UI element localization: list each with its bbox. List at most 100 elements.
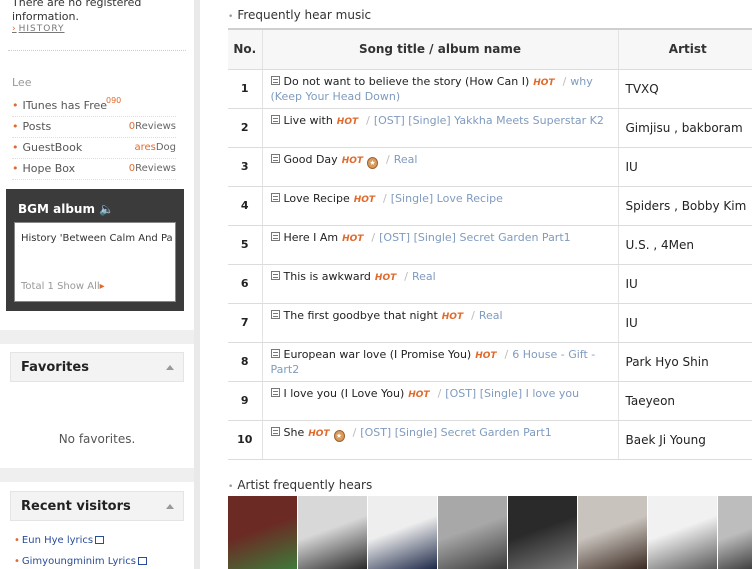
collapse-arrow-icon[interactable]: [166, 365, 174, 370]
lyrics-icon[interactable]: [270, 387, 280, 397]
visitor-link[interactable]: • Gimyoungminim Lyrics: [14, 556, 147, 567]
table-row: 1 Do not want to believe the story (How C…: [228, 69, 752, 109]
hot-badge: HOT: [441, 311, 464, 322]
lyrics-icon[interactable]: [270, 114, 280, 124]
album-link[interactable]: Real: [479, 309, 503, 322]
song-title-link[interactable]: The first goodbye that night: [284, 309, 438, 322]
hot-badge: HOT: [336, 116, 359, 127]
song-cell: Do not want to believe the story (How Ca…: [262, 69, 619, 109]
artist-photo[interactable]: [718, 496, 752, 569]
lyrics-icon[interactable]: [270, 75, 280, 85]
bgm-player-box: History 'Between Calm And Pa Total 1 Sho…: [14, 222, 176, 302]
lyrics-icon[interactable]: [270, 309, 280, 319]
medal-icon: ★: [333, 429, 345, 442]
song-title-link[interactable]: Live with: [284, 114, 333, 127]
music-section-title: • Frequently hear music: [228, 8, 372, 22]
row-number: 8: [228, 342, 263, 382]
hot-badge: HOT: [374, 272, 397, 283]
album-link[interactable]: [OST] [Single] Secret Garden Part1: [360, 426, 552, 439]
artist-photo[interactable]: [368, 496, 437, 569]
artist-link[interactable]: Spiders , Bobby Kim: [618, 186, 752, 226]
album-link[interactable]: Real: [394, 153, 418, 166]
lyrics-icon[interactable]: [270, 426, 280, 436]
lyrics-icon[interactable]: [270, 348, 280, 358]
artist-link[interactable]: IU: [618, 147, 752, 187]
artist-link[interactable]: Taeyeon: [618, 381, 752, 421]
visitor-link[interactable]: • Eun Hye lyrics: [14, 535, 105, 546]
bullet-icon: •: [228, 482, 234, 492]
artist-photo[interactable]: [438, 496, 507, 569]
artist-photo[interactable]: [578, 496, 647, 569]
artist-link[interactable]: TVXQ: [618, 69, 752, 109]
artist-link[interactable]: IU: [618, 264, 752, 304]
menu-item-label: Posts: [22, 120, 52, 133]
separator: /: [437, 386, 442, 400]
hot-badge: HOT: [533, 77, 555, 88]
bullet-icon: •: [12, 99, 19, 112]
lyrics-icon[interactable]: [270, 231, 280, 241]
song-title-link[interactable]: Good Day: [284, 153, 338, 166]
album-link[interactable]: [OST] [Single] Secret Garden Part1: [379, 231, 571, 244]
medal-icon: ★: [367, 156, 379, 169]
artist-photo[interactable]: [298, 496, 367, 569]
artist-link[interactable]: U.S. , 4Men: [618, 225, 752, 265]
history-link[interactable]: › HISTORY: [12, 24, 65, 34]
menu-item-hope-box[interactable]: • Hope Box 0Reviews: [12, 159, 176, 180]
recent-visitors-header[interactable]: Recent visitors: [10, 491, 184, 521]
album-link[interactable]: [OST] [Single] Yakkha Meets Superstar K2: [374, 114, 604, 127]
row-number: 7: [228, 303, 263, 343]
song-title-link[interactable]: Here I Am: [284, 231, 339, 244]
album-link[interactable]: Real: [412, 270, 436, 283]
song-title-link[interactable]: She: [284, 426, 305, 439]
section-gap: [0, 330, 194, 344]
song-cell: Good Day HOT ★ / Real: [262, 147, 619, 187]
bgm-current-song[interactable]: History 'Between Calm And Pa: [21, 233, 175, 244]
bullet-icon: •: [12, 141, 19, 154]
menu-item-posts[interactable]: • Posts 0Reviews: [12, 117, 176, 138]
bullet-icon: •: [14, 556, 20, 567]
hot-badge: HOT: [353, 194, 376, 205]
song-cell: She HOT ★ / [OST] [Single] Secret Garden Par…: [262, 420, 619, 460]
hot-badge: HOT: [408, 389, 430, 400]
lyrics-icon[interactable]: [270, 192, 280, 202]
column-no: No.: [228, 29, 263, 70]
collapse-arrow-icon[interactable]: [166, 504, 174, 509]
lyrics-icon[interactable]: [270, 270, 280, 280]
speaker-icon[interactable]: 🔈: [99, 202, 114, 216]
bgm-album-panel: BGM album 🔈 History 'Between Calm And Pa …: [6, 189, 184, 311]
song-title-link[interactable]: Do not want to believe the story (How Ca…: [284, 75, 530, 88]
album-link[interactable]: [OST] [Single] I love you: [445, 387, 579, 400]
recent-visitors-title: Recent visitors: [21, 499, 131, 514]
song-title-link[interactable]: This is awkward: [284, 270, 371, 283]
bullet-icon: ›: [12, 24, 17, 34]
song-title-link[interactable]: European war love (I Promise You): [284, 348, 472, 361]
artist-link[interactable]: Gimjisu , bakboram: [618, 108, 752, 148]
song-title-link[interactable]: Love Recipe: [284, 192, 350, 205]
owner-name: Lee: [12, 76, 32, 89]
song-title-link[interactable]: I love you (I Love You): [284, 387, 405, 400]
favorites-header[interactable]: Favorites: [10, 352, 184, 382]
separator: /: [504, 347, 509, 361]
history-link-label: HISTORY: [18, 24, 65, 34]
artist-photo-strip: [228, 496, 752, 569]
separator: /: [366, 113, 370, 127]
artist-link[interactable]: Baek Ji Young: [618, 420, 752, 460]
hot-badge: HOT: [341, 155, 364, 166]
bgm-show-all-link[interactable]: Total 1 Show All▸: [21, 281, 105, 292]
artist-photo[interactable]: [508, 496, 577, 569]
artist-link[interactable]: Park Hyo Shin: [618, 342, 752, 382]
artist-link[interactable]: IU: [618, 303, 752, 343]
bullet-icon: •: [14, 535, 20, 546]
menu-item-itunes[interactable]: • ITunes has Free 090: [12, 96, 176, 117]
lyrics-icon[interactable]: [270, 153, 280, 163]
menu-item-guestbook[interactable]: • GuestBook aresDog: [12, 138, 176, 159]
artist-photo[interactable]: [648, 496, 717, 569]
bullet-icon: •: [228, 12, 234, 22]
separator: /: [386, 152, 390, 166]
artist-photo[interactable]: [228, 496, 297, 569]
song-cell: Live with HOT / [OST] [Single] Yakkha Meets…: [262, 108, 619, 148]
row-number: 10: [228, 420, 263, 460]
hot-badge: HOT: [342, 233, 364, 244]
separator: /: [562, 74, 567, 88]
album-link[interactable]: [Single] Love Recipe: [391, 192, 503, 205]
